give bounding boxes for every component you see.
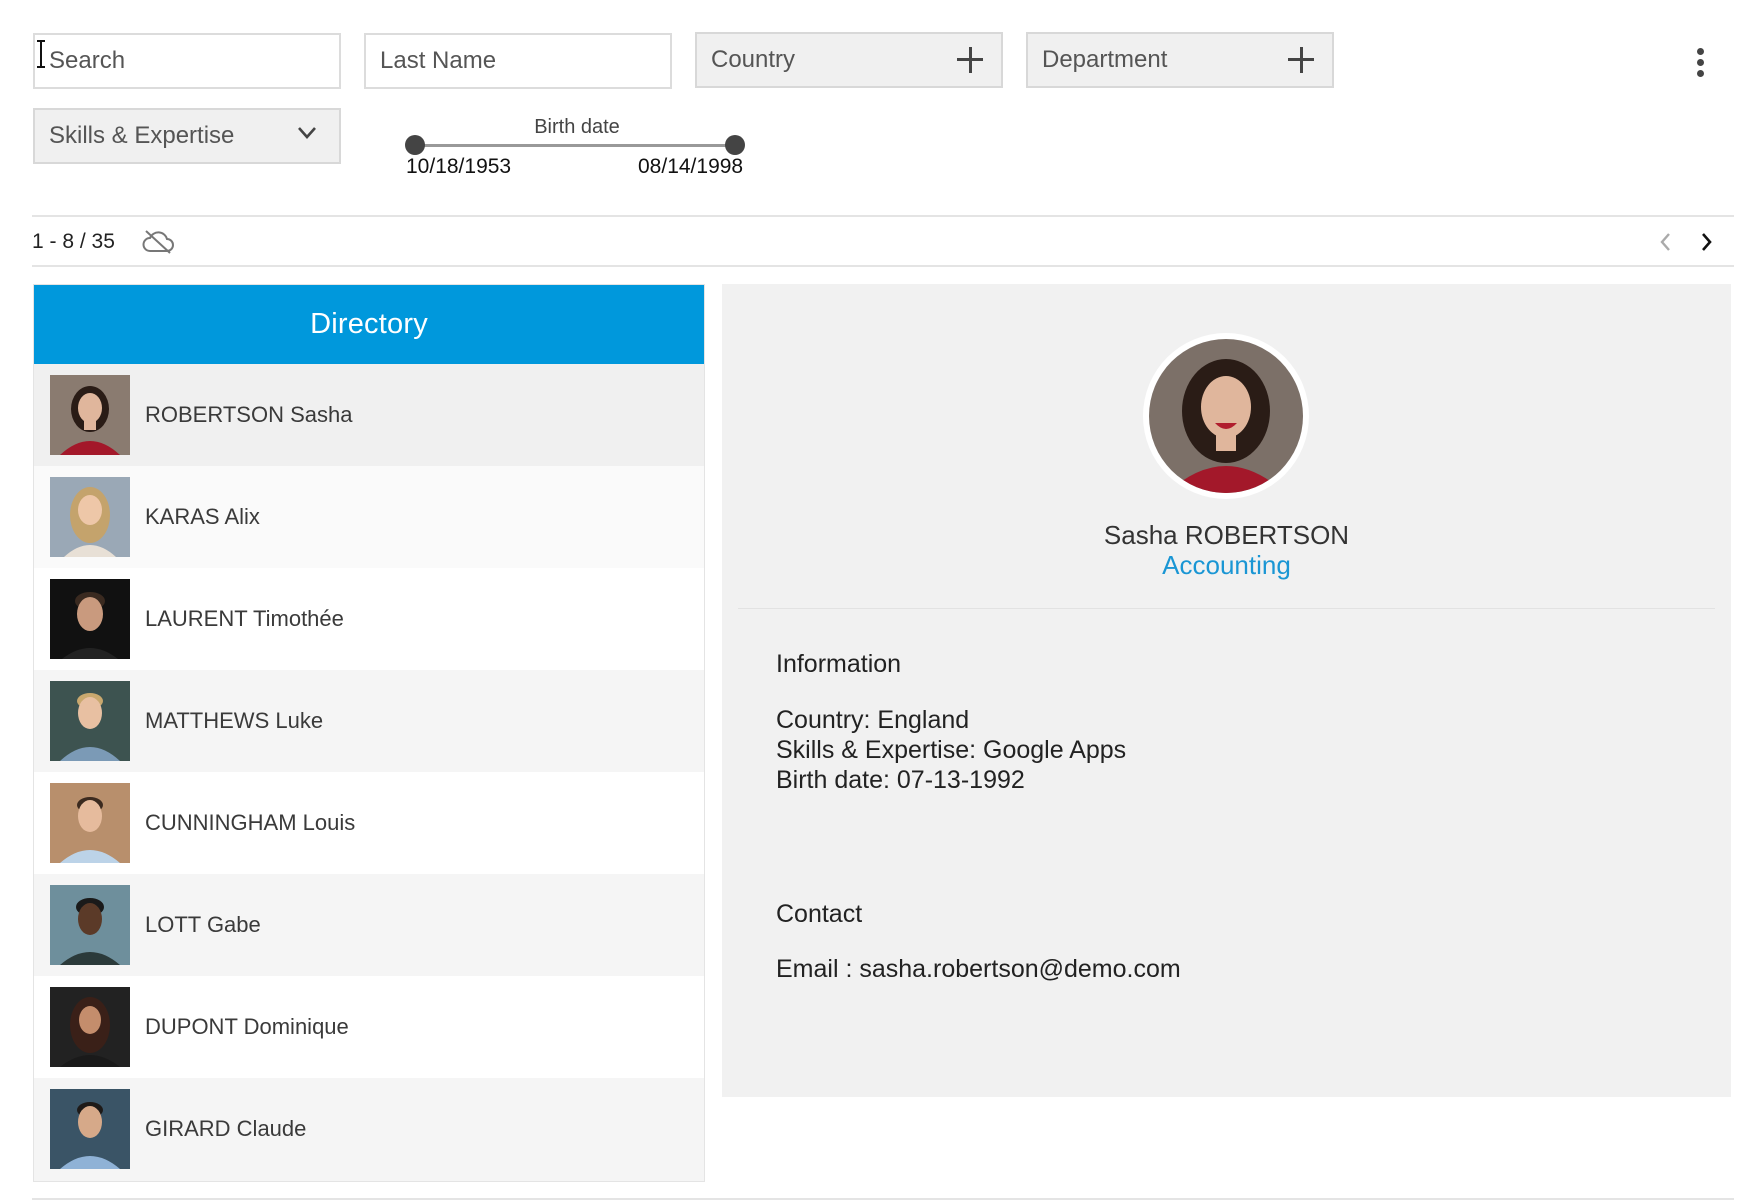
toolbar-bottom-divider — [32, 265, 1734, 267]
list-item[interactable]: MATTHEWS Luke — [34, 670, 704, 772]
avatar — [50, 375, 130, 455]
avatar — [50, 783, 130, 863]
avatar — [50, 681, 130, 761]
directory-header: Directory — [34, 285, 704, 364]
info-birth-date: Birth date: 07-13-1992 — [776, 766, 1025, 794]
list-item-name: MATTHEWS Luke — [145, 708, 324, 733]
info-country: Country: England — [776, 706, 970, 734]
list-item[interactable]: CUNNINGHAM Louis — [34, 772, 704, 874]
list-item-name: DUPONT Dominique — [145, 1014, 349, 1039]
toolbar-top-divider — [32, 215, 1734, 217]
text-cursor-icon — [37, 40, 45, 68]
list-item[interactable]: ROBERTSON Sasha — [34, 364, 704, 466]
info-skills: Skills & Expertise: Google Apps — [776, 736, 1127, 764]
chevron-left-icon[interactable] — [1658, 230, 1674, 254]
profile-department-link[interactable]: Accounting — [722, 550, 1731, 581]
birth-date-min-handle[interactable] — [405, 135, 425, 155]
search-input[interactable] — [49, 47, 325, 75]
cloud-offline-icon[interactable] — [141, 229, 175, 255]
birth-date-max-value: 08/14/1998 — [638, 155, 744, 178]
information-heading: Information — [776, 650, 902, 678]
search-field[interactable] — [33, 33, 341, 89]
contact-email: Email : sasha.robertson@demo.com — [776, 955, 1181, 983]
avatar — [50, 579, 130, 659]
profile-avatar — [1143, 333, 1309, 499]
kebab-menu-icon[interactable] — [1694, 48, 1706, 80]
birth-date-min-value: 10/18/1953 — [406, 155, 512, 178]
list-item-name: LAURENT Timothée — [145, 606, 344, 631]
record-count: 1 - 8 / 35 — [32, 230, 115, 253]
list-item[interactable]: KARAS Alix — [34, 466, 704, 568]
list-item-name: KARAS Alix — [145, 504, 260, 529]
list-item[interactable]: GIRARD Claude — [34, 1078, 704, 1180]
list-item[interactable]: DUPONT Dominique — [34, 976, 704, 1078]
department-filter-label: Department — [1042, 46, 1168, 73]
lastname-input[interactable] — [380, 47, 656, 75]
lastname-field[interactable] — [364, 33, 672, 89]
detail-panel: Sasha ROBERTSON Accounting Information C… — [722, 284, 1731, 1097]
skills-dropdown-label: Skills & Expertise — [49, 122, 235, 149]
bottom-divider — [32, 1198, 1734, 1200]
chevron-down-icon — [298, 127, 316, 139]
country-filter-label: Country — [711, 46, 796, 73]
birth-date-label: Birth date — [534, 116, 620, 138]
birth-date-max-handle[interactable] — [725, 135, 745, 155]
avatar — [50, 1089, 130, 1169]
detail-divider — [738, 608, 1715, 609]
list-item[interactable]: LAURENT Timothée — [34, 568, 704, 670]
contact-heading: Contact — [776, 900, 863, 928]
plus-icon[interactable] — [1288, 47, 1314, 73]
list-item-name: GIRARD Claude — [145, 1116, 307, 1141]
skills-dropdown[interactable]: Skills & Expertise — [33, 108, 341, 164]
avatar — [50, 987, 130, 1067]
profile-name: Sasha ROBERTSON — [1103, 520, 1350, 550]
list-item-name: LOTT Gabe — [145, 912, 261, 937]
avatar — [50, 477, 130, 557]
list-item-name: ROBERTSON Sasha — [145, 402, 353, 427]
chevron-right-icon[interactable] — [1698, 230, 1714, 254]
department-filter[interactable]: Department — [1026, 32, 1334, 88]
list-item-name: CUNNINGHAM Louis — [145, 810, 356, 835]
list-item[interactable]: LOTT Gabe — [34, 874, 704, 976]
country-filter[interactable]: Country — [695, 32, 1003, 88]
birth-date-track[interactable] — [415, 144, 735, 147]
directory-list: Directory ROBERTSON Sasha KARAS Alix LAU… — [33, 284, 705, 1182]
avatar — [50, 885, 130, 965]
plus-icon[interactable] — [957, 47, 983, 73]
